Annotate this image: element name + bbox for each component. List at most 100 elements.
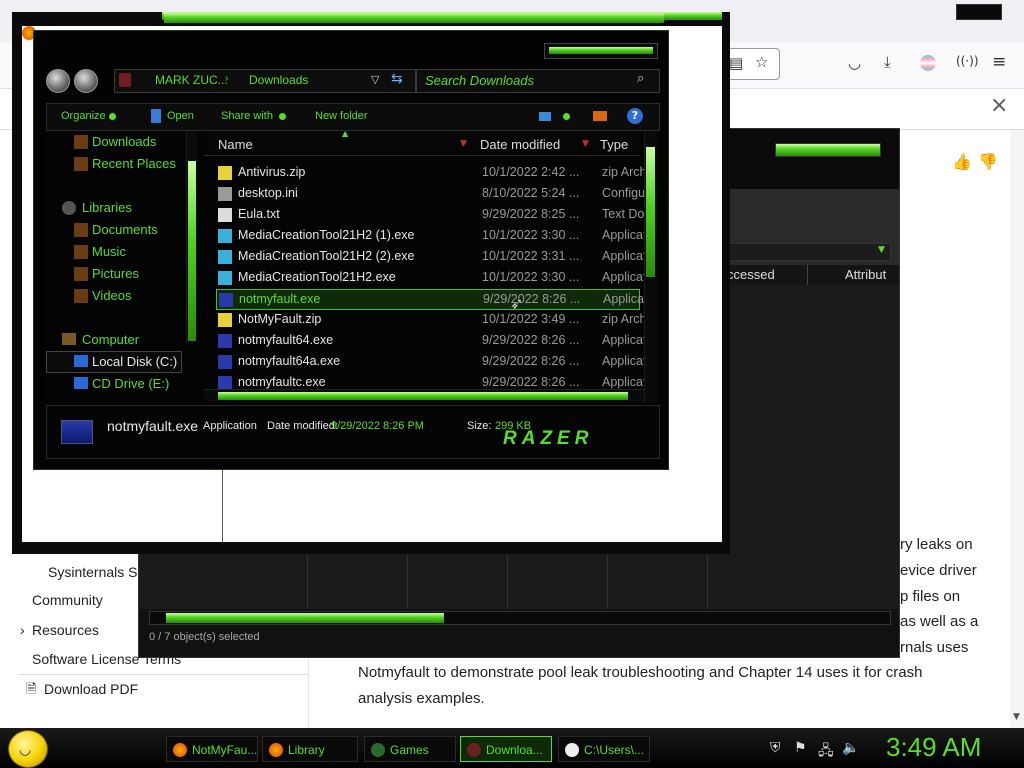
nav-documents[interactable]: Documents xyxy=(92,219,158,241)
reader-view-icon[interactable]: ▤ xyxy=(729,54,743,72)
downloads-explorer-window[interactable]: MARK ZUC... › Downloads ▽ ⇆ Search Downl… xyxy=(33,13,669,470)
dropdown-dot-icon[interactable] xyxy=(563,113,570,120)
article-text-line: Notmyfault to demonstrate pool leak trou… xyxy=(358,664,923,681)
file-name: notmyfault64a.exe xyxy=(238,354,341,368)
details-size-label: Size: xyxy=(467,420,492,432)
taskbar-item[interactable]: Games xyxy=(364,736,456,762)
start-button[interactable]: ◡ xyxy=(8,730,48,768)
window-controls[interactable] xyxy=(544,43,658,59)
column-header-attributes[interactable]: Attribut xyxy=(845,267,886,282)
nav-pictures[interactable]: Pictures xyxy=(92,263,139,285)
column-header-type[interactable]: Type xyxy=(600,137,628,152)
nav-label: Libraries xyxy=(82,200,132,215)
nav-sysinternals[interactable]: Sysinternals Su xyxy=(48,564,145,580)
file-row[interactable]: Antivirus.zip 10/1/2022 2:42 ... zip Arch xyxy=(216,163,646,184)
organize-button[interactable]: Organize xyxy=(61,110,106,122)
nav-resources[interactable]: Resources xyxy=(32,622,99,638)
nav-recent-places[interactable]: Recent Places xyxy=(92,153,176,175)
security-shield-icon[interactable]: ⛨ xyxy=(770,740,781,756)
title-bar[interactable] xyxy=(164,13,664,23)
nav-music[interactable]: Music xyxy=(92,241,126,263)
thumbs-up-icon[interactable]: 👍 xyxy=(952,152,972,171)
search-box[interactable]: ▼ xyxy=(729,243,891,261)
file-type: zip Arch xyxy=(602,165,646,179)
action-center-flag-icon[interactable]: ⚑ xyxy=(794,740,807,756)
nav-computer[interactable]: Computer xyxy=(82,329,139,351)
scrollbar-thumb[interactable] xyxy=(166,613,444,623)
network-icon[interactable]: 🖧 xyxy=(818,740,834,764)
nav-scrollbar[interactable] xyxy=(186,131,197,343)
file-list-scrollbar[interactable] xyxy=(644,131,657,403)
details-date-value: 9/29/2022 8:26 PM xyxy=(331,420,424,432)
nav-scrollbar-thumb[interactable] xyxy=(188,161,196,341)
chevron-right-icon[interactable]: › xyxy=(20,622,25,638)
file-name: MediaCreationTool21H2 (2).exe xyxy=(238,249,415,263)
page-scrollbar[interactable]: ▼ xyxy=(1010,130,1024,728)
7zip-icon xyxy=(565,742,579,757)
view-options-icon[interactable] xyxy=(539,112,551,121)
taskbar-item[interactable]: Downloa... xyxy=(460,736,552,762)
new-folder-button[interactable]: New folder xyxy=(315,110,368,122)
taskbar-item[interactable]: NotMyFau... xyxy=(166,736,258,762)
column-dropdown-icon[interactable]: ▼ xyxy=(582,139,589,149)
search-input[interactable]: Search Downloads ⌕ xyxy=(416,69,660,93)
column-header-date[interactable]: Date modified xyxy=(480,137,560,152)
status-text: 0 / 7 object(s) selected xyxy=(149,631,260,643)
column-header-name[interactable]: Name xyxy=(218,137,253,152)
chevron-down-icon[interactable]: ▽ xyxy=(371,73,379,86)
thumbs-down-icon[interactable]: 👎 xyxy=(978,152,998,171)
file-name: notmyfaultc.exe xyxy=(238,375,326,389)
breadcrumb-user[interactable]: MARK ZUC... xyxy=(155,73,228,87)
menu-icon[interactable]: ≡ xyxy=(992,52,1006,72)
breadcrumb-folder[interactable]: Downloads xyxy=(249,73,308,87)
nav-downloads[interactable]: Downloads xyxy=(92,131,156,153)
nav-cd-drive[interactable]: CD Drive (E:) xyxy=(92,373,169,395)
pocket-icon[interactable]: ◡ xyxy=(848,54,861,72)
refresh-icon[interactable]: ⇆ xyxy=(391,71,403,87)
bookmark-star-icon[interactable]: ☆ xyxy=(755,53,768,71)
file-scrollbar-thumb[interactable] xyxy=(646,147,655,277)
column-header-accessed[interactable]: ccessed xyxy=(727,267,775,282)
close-icon[interactable]: × xyxy=(990,93,1008,118)
file-hscroll-thumb[interactable] xyxy=(218,392,628,400)
file-row[interactable]: MediaCreationTool21H2.exe 10/1/2022 3:30 … xyxy=(216,268,646,289)
taskbar-item[interactable]: C:\Users\... xyxy=(558,736,650,762)
nav-community[interactable]: Community xyxy=(32,592,103,608)
dropdown-arrow-icon[interactable]: ▼ xyxy=(878,245,885,255)
nav-libraries[interactable]: Libraries xyxy=(82,197,132,219)
file-row[interactable]: MediaCreationTool21H2 (1).exe 10/1/2022 3… xyxy=(216,226,646,247)
open-button[interactable]: Open xyxy=(167,110,194,122)
file-horizontal-scrollbar[interactable] xyxy=(204,389,644,402)
forward-button[interactable] xyxy=(74,69,98,93)
share-with-button[interactable]: Share with xyxy=(221,110,273,122)
file-row[interactable]: MediaCreationTool21H2 (2).exe 10/1/2022 3… xyxy=(216,247,646,268)
window-controls[interactable] xyxy=(956,4,1002,20)
window-controls[interactable] xyxy=(775,143,881,157)
scroll-down-icon[interactable]: ▼ xyxy=(1013,712,1020,722)
extensions-icon[interactable]: ((·)) xyxy=(956,54,979,68)
address-bar[interactable]: MARK ZUC... › Downloads ▽ ⇆ xyxy=(114,69,416,93)
file-row[interactable]: notmyfault64.exe 9/29/2022 8:26 ... Applic… xyxy=(216,331,646,352)
file-row[interactable]: NotMyFault.zip 10/1/2022 3:49 ... zip Arch xyxy=(216,310,646,331)
nav-videos[interactable]: Videos xyxy=(92,285,132,307)
download-pdf-link[interactable]: Download PDF xyxy=(44,681,138,697)
back-button[interactable] xyxy=(46,69,70,93)
download-icon[interactable]: ⤓ xyxy=(884,53,891,71)
help-icon[interactable]: ? xyxy=(627,108,643,124)
documents-icon xyxy=(74,223,88,237)
clock[interactable]: 3:49 AM xyxy=(886,732,981,763)
url-bar-end[interactable]: ▤ ☆ xyxy=(722,48,780,80)
search-icon[interactable]: ⌕ xyxy=(637,71,644,86)
column-dropdown-icon[interactable]: ▼ xyxy=(460,139,467,149)
file-date: 9/29/2022 8:26 ... xyxy=(483,292,581,306)
file-row[interactable]: notmyfault.exe 9/29/2022 8:26 ... Applicat xyxy=(216,289,647,310)
preview-pane-icon[interactable] xyxy=(593,111,607,121)
file-row[interactable]: Eula.txt 9/29/2022 8:25 ... Text Do xyxy=(216,205,644,226)
nav-local-disk[interactable]: Local Disk (C:) xyxy=(92,351,177,373)
volume-icon[interactable]: 🔈 xyxy=(842,740,859,756)
taskbar-item[interactable]: Library xyxy=(262,736,358,762)
horizontal-scrollbar[interactable] xyxy=(149,611,891,625)
file-row[interactable]: desktop.ini 8/10/2022 5:24 ... Configu xyxy=(216,184,645,205)
account-avatar-icon[interactable] xyxy=(920,55,936,71)
file-row[interactable]: notmyfault64a.exe 9/29/2022 8:26 ... Appli… xyxy=(216,352,646,373)
